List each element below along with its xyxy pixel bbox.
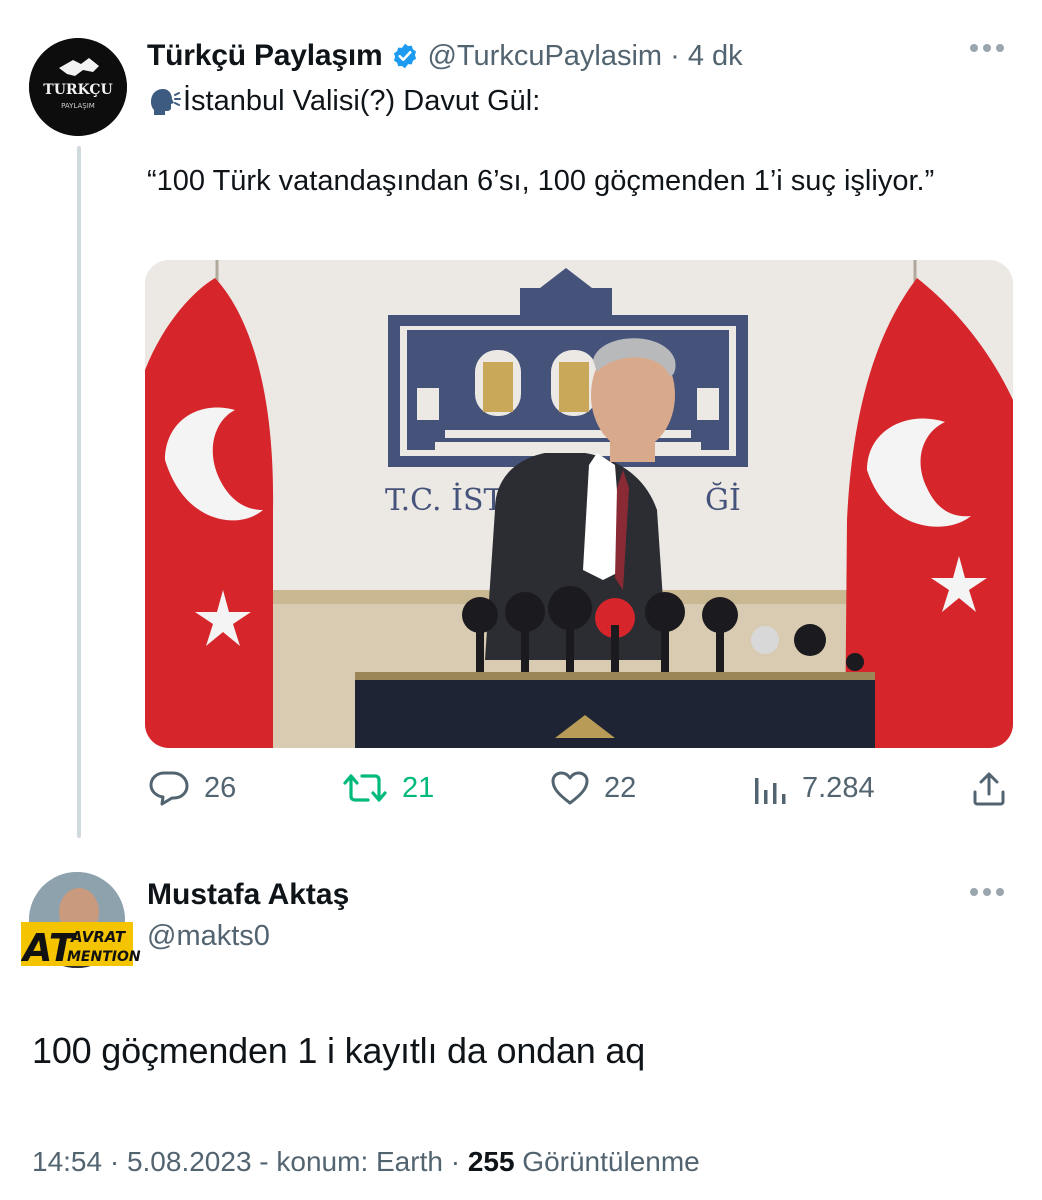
views-chart-icon (755, 778, 786, 804)
tweet-header: Türkçü Paylaşım @TurkcuPaylasim · 4 dk (147, 36, 743, 76)
verified-badge-icon (394, 43, 417, 69)
tweet-text-intro: İstanbul Valisi(?) Davut Gül: (183, 85, 541, 117)
share-button[interactable] (970, 770, 1022, 808)
reply-button[interactable]: 26 (148, 770, 236, 806)
sign-text-right: Ğİ (705, 481, 741, 518)
reply-icon (149, 771, 189, 806)
reply-meta: 14:54 · 5.08.2023 - konum: Earth · 255 G… (32, 1146, 700, 1178)
reply-count: 26 (204, 771, 237, 804)
avatar-text-bottom: PAYLAŞIM (61, 102, 95, 110)
avatar-text-top: TURKÇU (43, 82, 112, 98)
tweet-actions: 26 21 22 7.284 (148, 770, 1010, 814)
share-icon (973, 772, 1005, 806)
thread-connector-line (77, 146, 81, 838)
like-count: 22 (604, 771, 637, 804)
retweet-icon (343, 774, 387, 802)
like-button[interactable]: 22 (550, 770, 636, 806)
reply-author-handle[interactable]: @makts0 (147, 920, 270, 953)
views-button[interactable]: 7.284 (752, 770, 875, 806)
avatar-turkcu-paylasim[interactable]: TURKÇU PAYLAŞIM (29, 38, 127, 136)
more-options-icon[interactable] (970, 44, 1004, 52)
badge-bottom-text: MENTION (67, 949, 141, 965)
reply-text: 100 göçmenden 1 i kayıtlı da ondan aq (32, 1030, 646, 1071)
reply-more-options-icon[interactable] (970, 888, 1004, 896)
author-handle-time[interactable]: @TurkcuPaylasim · 4 dk (427, 40, 742, 73)
speaking-head-icon (151, 89, 181, 115)
retweet-count: 21 (402, 771, 435, 804)
author-name[interactable]: Türkçü Paylaşım (147, 39, 383, 73)
meta-views-label: Görüntülenme (514, 1146, 700, 1177)
views-count: 7.284 (802, 771, 875, 804)
reply-author-name[interactable]: Mustafa Aktaş (147, 878, 349, 912)
avatar-mustafa-aktas[interactable]: AT AVRAT MENTION (21, 872, 141, 970)
meta-view-count[interactable]: 255 (468, 1146, 515, 1177)
meta-time-location: 14:54 · 5.08.2023 - konum: Earth · (32, 1146, 468, 1177)
tweet-text-line1: İstanbul Valisi(?) Davut Gül: (147, 82, 540, 120)
podium (355, 672, 875, 748)
tweet-media-image[interactable]: T.C. İSTA Ğİ (145, 260, 1013, 748)
retweet-button[interactable]: 21 (342, 770, 434, 806)
heart-icon (551, 771, 589, 805)
badge-top-text: AVRAT (70, 928, 127, 946)
tweet-quote-text: “100 Türk vatandaşından 6’sı, 100 göçmen… (147, 165, 935, 197)
